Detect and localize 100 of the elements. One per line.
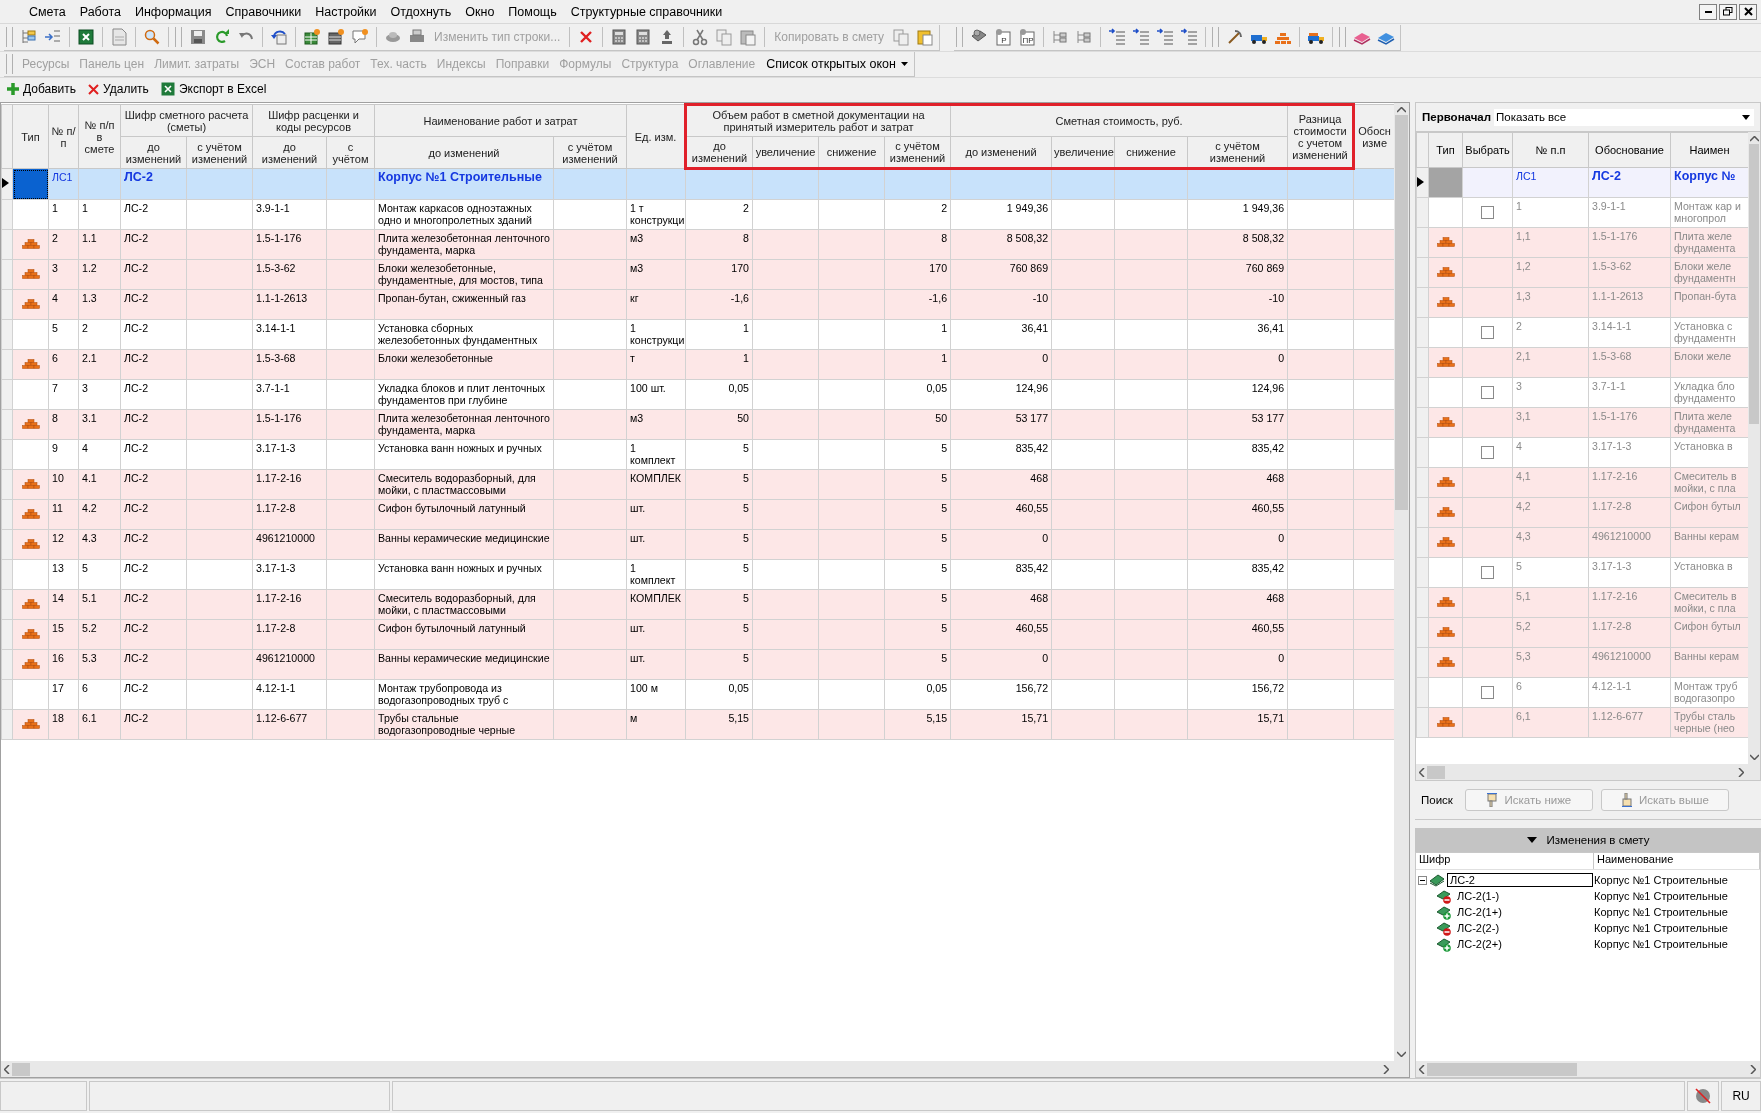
column-header[interactable]: Сметная стоимость, руб.	[950, 104, 1288, 137]
menu-item[interactable]: Окно	[458, 4, 502, 19]
paste-icon[interactable]	[739, 28, 758, 46]
horizontal-scrollbar[interactable]	[1416, 1061, 1760, 1077]
menu-item[interactable]: Работа	[72, 4, 128, 19]
column-header[interactable]: № п.п	[1512, 132, 1589, 168]
vertical-scrollbar[interactable]	[1748, 132, 1760, 764]
column-header[interactable]: с учётом изменений	[1187, 136, 1288, 169]
paste-icon[interactable]	[916, 28, 935, 46]
horizontal-scrollbar[interactable]	[1, 1061, 1409, 1077]
menu-item[interactable]: Смета	[22, 4, 73, 19]
column-header[interactable]: Обоснование	[1588, 132, 1671, 168]
tree-icon[interactable]	[1051, 28, 1070, 46]
arrow-up-icon[interactable]	[1397, 107, 1406, 113]
search-icon[interactable]	[143, 28, 161, 46]
arrow-down-icon[interactable]	[1749, 754, 1759, 760]
column-header[interactable]: Тип	[12, 104, 49, 169]
column-header[interactable]: до изменений	[685, 136, 753, 169]
scrollbar-thumb[interactable]	[1395, 115, 1408, 510]
toolbar-grip[interactable]	[1212, 27, 1220, 47]
tree-item[interactable]: ЛС-2(1-)	[1454, 889, 1503, 903]
column-header[interactable]: с учётом изменений	[553, 136, 627, 169]
arrow-up-icon[interactable]	[1749, 136, 1759, 142]
add-button[interactable]: Добавить	[2, 79, 82, 99]
toolbar-grip[interactable]	[956, 27, 964, 47]
indent-icon[interactable]	[1156, 28, 1175, 46]
toolbar-grip[interactable]	[1339, 27, 1347, 47]
column-header[interactable]: Наимен	[1670, 132, 1748, 168]
indent-icon[interactable]	[1108, 28, 1127, 46]
tree-item[interactable]: ЛС-2	[1447, 873, 1593, 887]
scrollbar-thumb[interactable]	[1749, 144, 1759, 424]
menu-item[interactable]: Структурные справочники	[563, 4, 730, 19]
indent-icon[interactable]	[1132, 28, 1151, 46]
column-header[interactable]: увеличение	[1051, 136, 1115, 169]
arrow-left-icon[interactable]	[1419, 1064, 1425, 1074]
column-header[interactable]: до изменений	[950, 136, 1052, 169]
column-header[interactable]: снижение	[1114, 136, 1188, 169]
select-checkbox[interactable]	[1481, 326, 1494, 339]
calculator-icon[interactable]	[610, 28, 629, 46]
arrow-down-icon[interactable]	[1397, 1051, 1406, 1057]
restore-button[interactable]	[1719, 3, 1737, 20]
column-header[interactable]: до изменений	[252, 136, 327, 169]
arrow-right-icon[interactable]	[1383, 1064, 1389, 1074]
column-header[interactable]: снижение	[818, 136, 885, 169]
document-icon[interactable]	[110, 28, 128, 46]
column-header[interactable]: Ед. изм.	[626, 104, 686, 169]
refresh-icon[interactable]	[213, 28, 231, 46]
tree-item[interactable]: ЛС-2(2+)	[1454, 937, 1505, 951]
changes-header[interactable]: Изменения в смету	[1415, 828, 1761, 852]
row-indicator[interactable]	[1, 168, 13, 200]
revert-icon[interactable]	[270, 28, 288, 46]
toolbar-grip[interactable]	[6, 54, 13, 74]
arrow-right-icon[interactable]	[1750, 1064, 1756, 1074]
table-icon[interactable]	[303, 28, 321, 46]
column-header[interactable]: увеличение	[752, 136, 819, 169]
menu-item[interactable]: Настройки	[308, 4, 384, 19]
tree-icon[interactable]	[1075, 28, 1094, 46]
tree-item[interactable]: ЛС-2(1+)	[1454, 905, 1505, 919]
column-header[interactable]: Шифр расценки и коды ресурсов	[252, 104, 375, 137]
spreadsheet-icon[interactable]	[77, 28, 95, 46]
toolbar-grip[interactable]	[6, 27, 13, 47]
horizontal-scrollbar[interactable]	[1416, 764, 1760, 780]
menu-item[interactable]: Справочники	[218, 4, 309, 19]
document-icon[interactable]: P	[994, 28, 1013, 46]
windows-menu[interactable]: Список открытых окон	[760, 57, 914, 71]
scrollbar-thumb[interactable]	[1427, 1062, 1577, 1076]
column-header[interactable]: с учётом изменений	[884, 136, 951, 169]
arrow-left-icon[interactable]	[1419, 767, 1425, 777]
column-header[interactable]: с учётом	[326, 136, 375, 169]
save-icon[interactable]	[189, 28, 207, 46]
indent-icon[interactable]	[1180, 28, 1199, 46]
comment-icon[interactable]	[351, 28, 369, 46]
minimize-button[interactable]	[1699, 3, 1717, 20]
tree-icon[interactable]	[20, 28, 38, 46]
close-button[interactable]	[1739, 3, 1757, 20]
select-checkbox[interactable]	[1481, 446, 1494, 459]
column-header[interactable]: Разница стоимости с учетом изменений	[1287, 104, 1354, 169]
copy-icon[interactable]	[892, 28, 911, 46]
column-header[interactable]: с учётом изменений	[186, 136, 253, 169]
row-indicator[interactable]	[1416, 167, 1429, 198]
toolbar-grip[interactable]	[175, 27, 182, 47]
filter-dropdown[interactable]: Показать все	[1494, 108, 1754, 126]
select-checkbox[interactable]	[1481, 206, 1494, 219]
vertical-scrollbar[interactable]	[1394, 103, 1409, 1061]
menu-item[interactable]: Помощь	[501, 4, 564, 19]
select-checkbox[interactable]	[1481, 386, 1494, 399]
delete-button[interactable]: Удалить	[83, 79, 154, 99]
collapse-icon[interactable]	[1418, 875, 1427, 885]
copy-icon[interactable]	[715, 28, 734, 46]
arrow-right-icon[interactable]	[1738, 767, 1744, 777]
column-header[interactable]: до изменений	[120, 136, 187, 169]
document-icon[interactable]: ПР	[1018, 28, 1037, 46]
column-header[interactable]: Шифр сметного расчета (сметы)	[120, 104, 253, 137]
column-header[interactable]: Наименование	[1594, 853, 1760, 869]
select-checkbox[interactable]	[1481, 686, 1494, 699]
calculator-icon[interactable]	[634, 28, 653, 46]
column-header[interactable]: № п/п	[48, 104, 79, 169]
export-button[interactable]: Экспорт в Excel	[155, 79, 272, 99]
arrow-left-icon[interactable]	[4, 1064, 10, 1074]
scrollbar-thumb[interactable]	[1427, 765, 1445, 779]
